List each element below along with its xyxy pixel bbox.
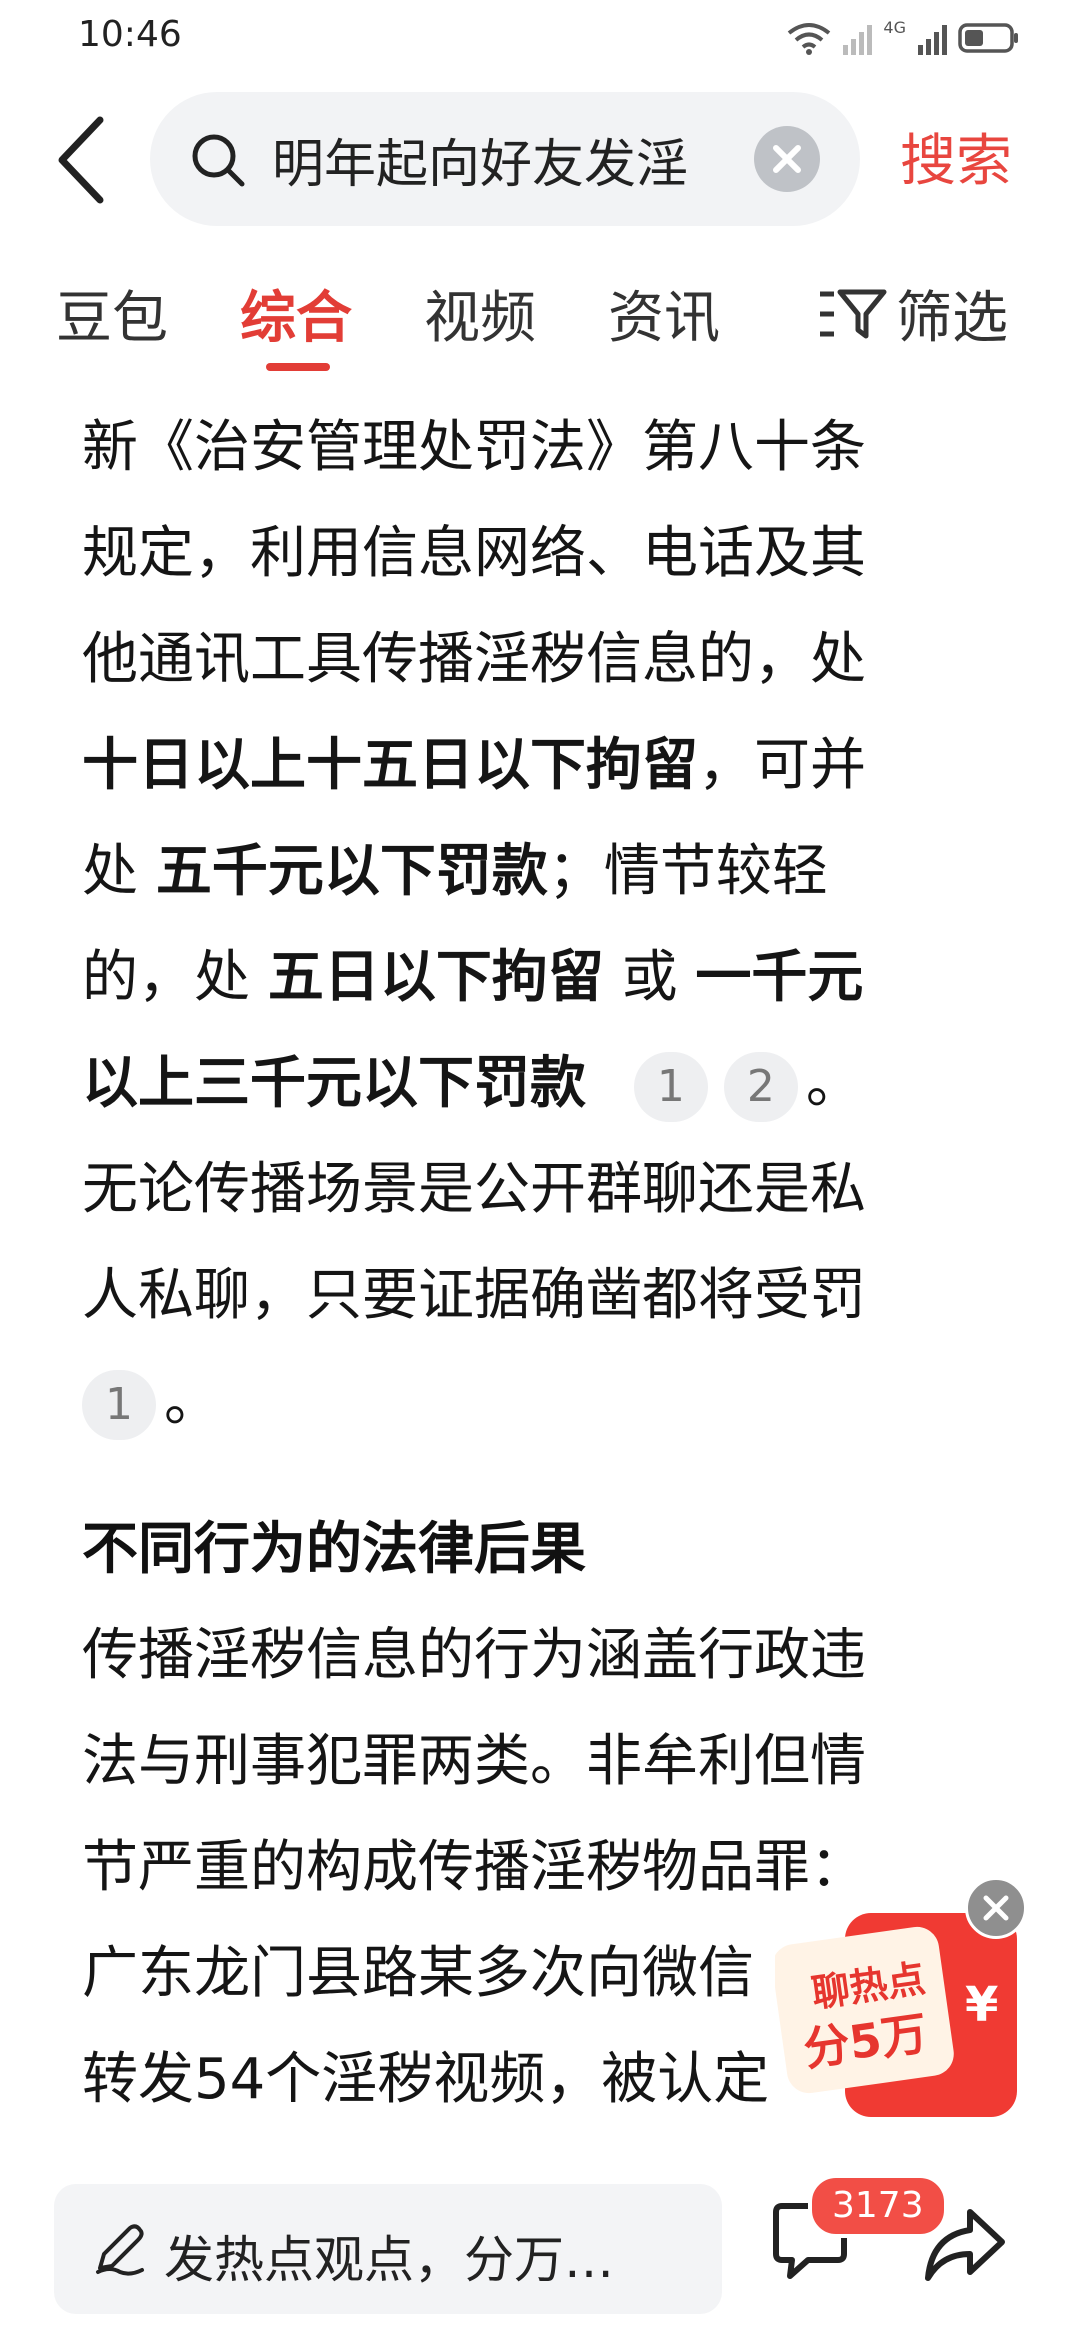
text-line: 法与刑事犯罪两类。非牟利但情 [82, 1729, 866, 1794]
close-icon [983, 1895, 1009, 1921]
status-time: 10:46 [78, 14, 182, 55]
close-icon [773, 145, 801, 173]
red-packet-close-button[interactable] [965, 1877, 1027, 1939]
battery-icon [958, 23, 1018, 53]
pen-icon [96, 2224, 144, 2276]
search-input[interactable]: 明年起向好友发淫 [272, 122, 752, 198]
filter-label: 筛选 [896, 286, 1008, 351]
bold-text: 十日以上十五日以下拘留 [82, 733, 698, 798]
bold-text: 五日以下拘留 [267, 945, 604, 1010]
share-icon[interactable] [922, 2204, 1006, 2284]
bottom-bar: 发热点观点，分万… 3173 [0, 2130, 1080, 2340]
comment-placeholder: 发热点观点，分万… [164, 2231, 614, 2289]
article-content: 新《治安管理处罚法》第八十条 规定，利用信息网络、电话及其 他通讯工具传播淫秽信… [82, 395, 1002, 2133]
tab-doubao[interactable]: 豆包 [56, 273, 168, 354]
tab-general[interactable]: 综合 [240, 273, 352, 354]
text-line: 新《治安管理处罚法》第八十条 [82, 415, 866, 480]
text-line: 1。 [82, 1349, 1002, 1455]
text-line: 传播淫秽信息的行为涵盖行政违 [82, 1623, 866, 1688]
wifi-icon [788, 23, 831, 55]
text-line: 十日以上十五日以下拘留，可并 [82, 713, 1002, 819]
text-line: 规定，利用信息网络、电话及其 [82, 521, 866, 586]
citation-badge[interactable]: 1 [82, 1369, 156, 1440]
active-tab-indicator [266, 363, 330, 371]
citation-badge[interactable]: 1 [633, 1051, 708, 1122]
text-line: 的，处 五日以下拘留 或 一千元 [82, 925, 1002, 1031]
search-button[interactable]: 搜索 [900, 116, 1012, 197]
signal-icon-2 [918, 25, 947, 55]
comment-input[interactable]: 发热点观点，分万… [54, 2184, 722, 2314]
bold-text: 以上三千元以下罚款 [82, 1051, 586, 1116]
text-line: 他通讯工具传播淫秽信息的，处 [82, 627, 866, 692]
search-box[interactable]: 明年起向好友发淫 [150, 92, 860, 226]
text: 。 [805, 1051, 862, 1116]
network-type-label: 4G [883, 18, 906, 37]
text: ；情节较轻 [547, 839, 828, 904]
bold-text: 五千元以下罚款 [155, 839, 548, 904]
filter-button[interactable]: 筛选 [818, 273, 1008, 354]
tab-news[interactable]: 资讯 [608, 273, 720, 354]
citation-badge[interactable]: 2 [723, 1051, 798, 1122]
back-arrow-icon[interactable] [52, 112, 112, 208]
section-heading: 不同行为的法律后果 [82, 1517, 586, 1582]
status-icons: 4G [787, 18, 1020, 58]
search-icon [192, 134, 245, 187]
clear-search-button[interactable] [754, 126, 820, 192]
text: 的，处 [82, 945, 268, 1010]
bold-text: 一千元 [695, 945, 864, 1010]
text: 。 [164, 1369, 220, 1434]
text-line: 无论传播场景是公开群聊还是私 [82, 1157, 866, 1222]
text-line: 以上三千元以下罚款 1 2。 [82, 1031, 1002, 1137]
tab-video[interactable]: 视频 [424, 273, 536, 354]
yuan-symbol: ¥ [965, 1977, 999, 2033]
tab-bar: 豆包 综合 视频 资讯 筛选 [0, 255, 1080, 375]
text: 或 [603, 945, 696, 1010]
text-line: 处 五千元以下罚款；情节较轻 [82, 819, 1002, 925]
text: ，可并 [698, 733, 866, 798]
signal-icon [843, 25, 873, 55]
text-line: 人私聊，只要证据确凿都将受罚 [82, 1263, 866, 1328]
filter-icon [820, 289, 887, 338]
text: 处 [82, 839, 156, 904]
status-bar: 10:46 4G [0, 0, 1080, 80]
